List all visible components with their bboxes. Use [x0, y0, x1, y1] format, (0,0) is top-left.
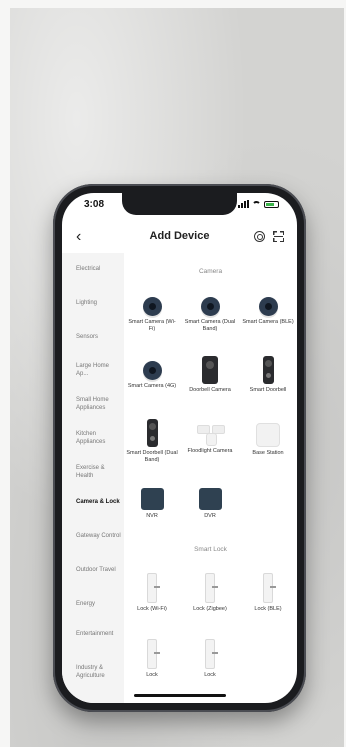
doorbell-icon — [146, 419, 158, 447]
battery-icon — [264, 200, 279, 208]
sidebar-item-industry-agriculture[interactable]: Industry & Agriculture — [76, 665, 122, 680]
section-title-camera: Camera — [198, 268, 223, 275]
lock-icon — [205, 639, 218, 669]
device-floodlight-camera[interactable]: Floodlight Camera — [184, 423, 236, 455]
device-label: DVR — [204, 513, 216, 519]
device-label: Floodlight Camera — [187, 448, 233, 454]
status-icons — [238, 200, 279, 208]
device-label: Base Station — [252, 450, 284, 456]
device-label: Doorbell Camera — [189, 387, 231, 393]
device-label: Lock (Wi-Fi) — [137, 606, 167, 612]
sidebar-item-sensors[interactable]: Sensors — [76, 334, 122, 342]
device-label: Smart Camera (4G) — [127, 383, 177, 389]
device-smart-camera-4g[interactable]: Smart Camera (4G) — [126, 361, 178, 390]
home-indicator[interactable] — [134, 694, 226, 697]
scan-qr-icon[interactable] — [273, 231, 284, 242]
device-label: Smart Camera (BLE) — [242, 319, 294, 325]
device-smart-doorbell-dual-band[interactable]: Smart Doorbell (Dual Band) — [126, 419, 178, 464]
sidebar-item-small-home-appliances[interactable]: Small Home Appliances — [76, 397, 122, 412]
signal-icon — [238, 200, 249, 208]
lock-icon — [147, 639, 160, 669]
status-time: 3:08 — [84, 199, 105, 210]
sidebar-item-gateway-control[interactable]: Gateway Control — [76, 533, 122, 541]
nvr-icon — [140, 488, 164, 510]
device-lock-zigbee[interactable]: Lock (Zigbee) — [184, 573, 236, 613]
device-smart-camera-ble[interactable]: Smart Camera (BLE) — [242, 297, 294, 326]
device-label: Smart Doorbell — [249, 387, 287, 393]
auto-scan-icon[interactable] — [254, 231, 265, 242]
sidebar-item-large-home-appliances[interactable]: Large Home Ap... — [76, 363, 122, 378]
sidebar-item-energy[interactable]: Energy — [76, 601, 122, 609]
sidebar-item-electrical[interactable]: Electrical — [76, 266, 122, 274]
camera-icon — [142, 361, 162, 380]
doorbell-icon — [262, 356, 274, 384]
device-label: Smart Camera (Wi-Fi) — [128, 319, 176, 332]
device-lock-ble[interactable]: Lock (BLE) — [242, 573, 294, 613]
phone-notch — [122, 193, 237, 215]
device-base-station[interactable]: Base Station — [242, 423, 294, 457]
sidebar-item-camera-lock[interactable]: Camera & Lock — [76, 499, 122, 507]
device-label: Lock (Zigbee) — [193, 606, 227, 612]
lock-icon — [147, 573, 160, 603]
sidebar-item-outdoor-travel[interactable]: Outdoor Travel — [76, 567, 122, 575]
dvr-icon — [198, 488, 222, 510]
device-label: Smart Camera (Dual Band) — [184, 319, 236, 332]
device-label: NVR — [146, 513, 158, 519]
device-label: Smart Doorbell (Dual Band) — [126, 450, 178, 463]
device-lock[interactable]: Lock — [126, 639, 178, 679]
device-doorbell-camera[interactable]: Doorbell Camera — [184, 356, 236, 394]
device-smart-camera-wifi[interactable]: Smart Camera (Wi-Fi) — [126, 297, 178, 333]
device-label: Lock — [204, 672, 216, 678]
floodlight-icon — [197, 423, 225, 446]
sidebar-item-kitchen-appliances[interactable]: Kitchen Appliances — [76, 431, 122, 446]
sidebar-item-lighting[interactable]: Lighting — [76, 300, 122, 308]
camera-icon — [142, 297, 162, 316]
device-lock[interactable]: Lock — [184, 639, 236, 679]
device-nvr[interactable]: NVR — [126, 488, 178, 520]
lock-icon — [263, 573, 276, 603]
doorbell-icon — [202, 356, 218, 384]
device-smart-doorbell[interactable]: Smart Doorbell — [242, 356, 294, 394]
lock-icon — [205, 573, 218, 603]
app-screen: 3:08 ‹ Add Device Electrical Lighting Se… — [62, 193, 297, 703]
category-sidebar: Electrical Lighting Sensors Large Home A… — [62, 253, 124, 703]
device-label: Lock (BLE) — [254, 606, 282, 612]
device-label: Lock — [146, 672, 158, 678]
phone-frame: 3:08 ‹ Add Device Electrical Lighting Se… — [53, 184, 306, 712]
sidebar-item-entertainment[interactable]: Entertainment — [76, 631, 122, 639]
device-dvr[interactable]: DVR — [184, 488, 236, 520]
camera-icon — [200, 297, 220, 316]
device-lock-wifi[interactable]: Lock (Wi-Fi) — [126, 573, 178, 613]
wifi-icon — [252, 200, 261, 208]
base-station-icon — [256, 423, 280, 447]
sidebar-item-exercise-health[interactable]: Exercise & Health — [76, 465, 122, 480]
section-title-smart-lock: Smart Lock — [194, 546, 227, 553]
camera-icon — [258, 297, 278, 316]
device-smart-camera-dual-band[interactable]: Smart Camera (Dual Band) — [184, 297, 236, 333]
